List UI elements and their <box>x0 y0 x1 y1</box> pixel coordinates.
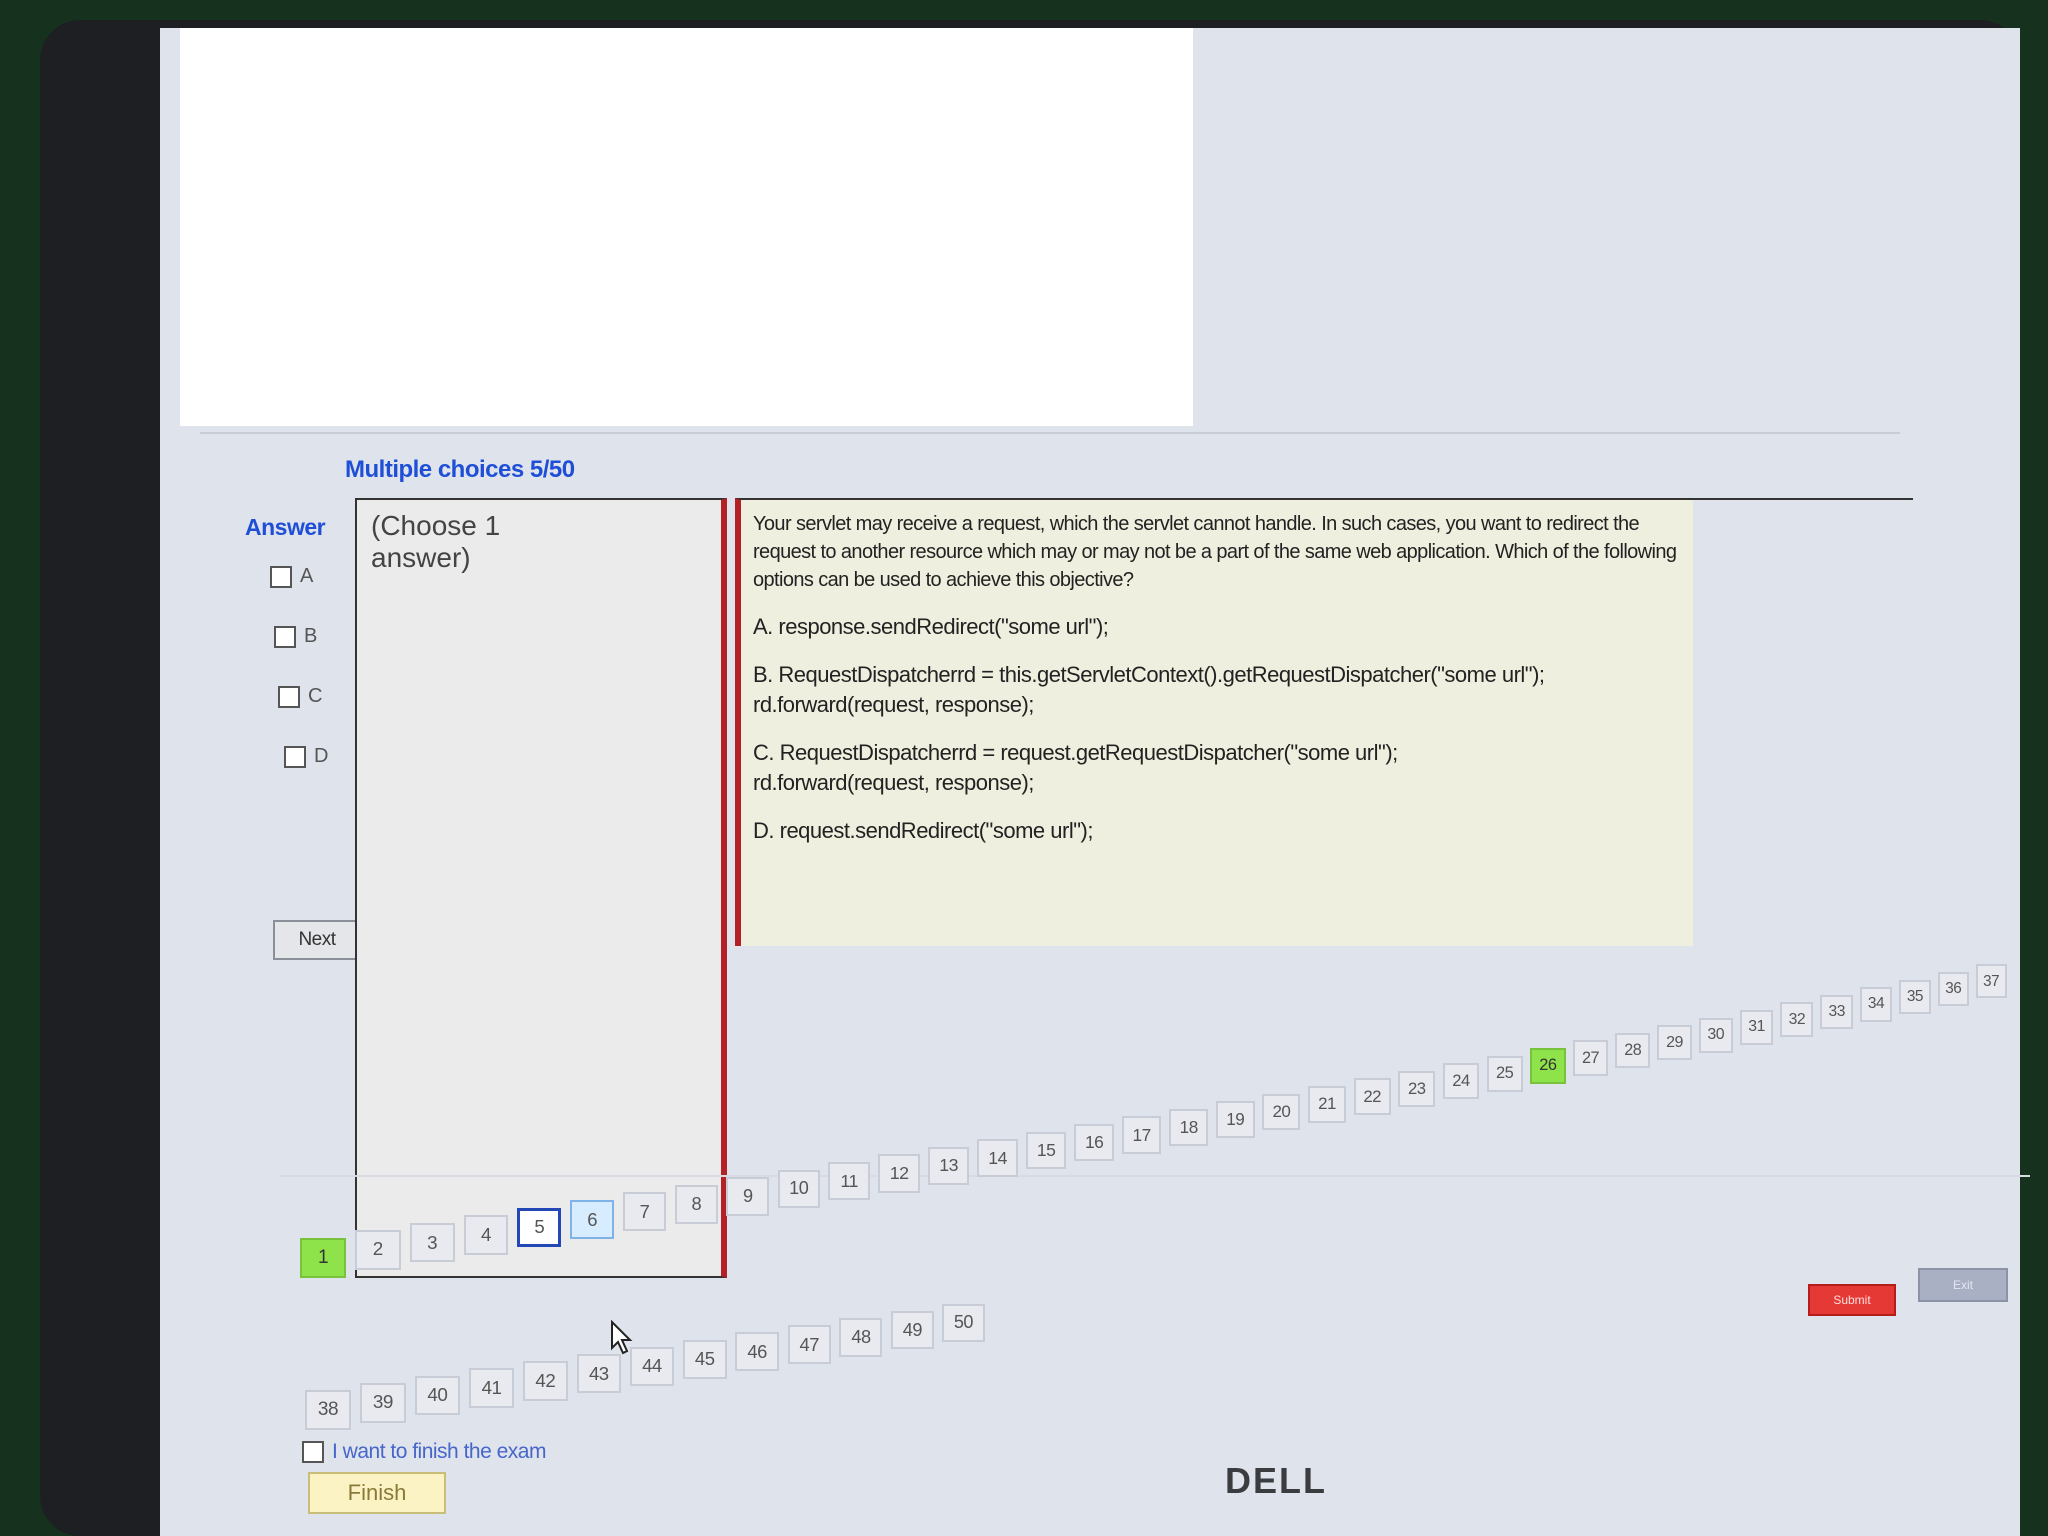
question-option-c-line1: C. RequestDispatcherrd = request.getRequ… <box>753 740 1398 765</box>
question-page-19[interactable]: 19 <box>1216 1101 1255 1139</box>
question-page-32[interactable]: 32 <box>1780 1002 1814 1038</box>
question-option-a-line1: A. response.sendRedirect("some url"); <box>753 614 1109 639</box>
answer-option-c[interactable]: C <box>278 685 322 708</box>
question-option-b: B. RequestDispatcherrd = this.getServlet… <box>753 660 1681 720</box>
answer-b-checkbox[interactable] <box>274 625 296 648</box>
question-page-49[interactable]: 49 <box>891 1310 934 1350</box>
answer-c-label: C <box>308 685 323 707</box>
question-page-5[interactable]: 5 <box>517 1207 562 1247</box>
question-page-50[interactable]: 50 <box>942 1303 985 1343</box>
finish-exam-option[interactable]: I want to finish the exam <box>302 1440 546 1464</box>
question-page-13[interactable]: 13 <box>928 1146 970 1185</box>
question-page-16[interactable]: 16 <box>1074 1124 1114 1162</box>
question-option-a: A. response.sendRedirect("some url"); <box>753 612 1681 642</box>
answer-heading: Answer <box>245 514 326 540</box>
question-page-10[interactable]: 10 <box>777 1169 820 1209</box>
question-page-27[interactable]: 27 <box>1573 1040 1609 1077</box>
answer-a-checkbox[interactable] <box>270 565 292 588</box>
question-page-43[interactable]: 43 <box>576 1354 622 1394</box>
question-page-21[interactable]: 21 <box>1308 1086 1346 1123</box>
question-page-3[interactable]: 3 <box>409 1222 455 1263</box>
question-option-d-line1: D. request.sendRedirect("some url"); <box>753 818 1093 843</box>
question-page-35[interactable]: 35 <box>1899 979 1931 1014</box>
question-page-14[interactable]: 14 <box>977 1139 1018 1178</box>
question-page-45[interactable]: 45 <box>682 1339 727 1379</box>
question-page-28[interactable]: 28 <box>1615 1032 1651 1069</box>
question-panel: Your servlet may receive a request, whic… <box>735 498 1693 946</box>
question-page-29[interactable]: 29 <box>1657 1025 1692 1061</box>
answer-option-a[interactable]: A <box>270 565 313 588</box>
answer-b-label: B <box>304 625 318 647</box>
question-page-23[interactable]: 23 <box>1398 1070 1436 1108</box>
question-page-37[interactable]: 37 <box>1975 964 2007 999</box>
question-page-8[interactable]: 8 <box>674 1184 718 1224</box>
choose-hint-panel: (Choose 1 answer) <box>355 498 727 1278</box>
question-page-42[interactable]: 42 <box>522 1361 568 1401</box>
question-page-31[interactable]: 31 <box>1739 1010 1774 1045</box>
question-page-1[interactable]: 1 <box>300 1238 346 1278</box>
question-option-b-line1: B. RequestDispatcherrd = this.getServlet… <box>753 662 1545 687</box>
answer-d-checkbox[interactable] <box>284 745 306 768</box>
finish-exam-label: I want to finish the exam <box>332 1440 546 1463</box>
next-button[interactable]: Next <box>273 920 361 960</box>
question-page-26[interactable]: 26 <box>1530 1048 1566 1084</box>
header-divider <box>200 432 1900 434</box>
question-stem: Your servlet may receive a request, whic… <box>753 513 1677 591</box>
question-page-12[interactable]: 12 <box>878 1154 920 1193</box>
question-page-15[interactable]: 15 <box>1026 1131 1067 1170</box>
question-page-38[interactable]: 38 <box>305 1390 351 1430</box>
mouse-pointer-icon <box>611 1320 633 1355</box>
question-page-46[interactable]: 46 <box>735 1332 779 1372</box>
finish-button[interactable]: Finish <box>308 1472 446 1514</box>
question-page-6[interactable]: 6 <box>570 1200 615 1240</box>
answer-a-label: A <box>300 565 314 587</box>
question-page-20[interactable]: 20 <box>1262 1093 1301 1131</box>
submit-button[interactable]: Submit <box>1808 1284 1896 1316</box>
question-page-17[interactable]: 17 <box>1122 1116 1162 1154</box>
question-page-24[interactable]: 24 <box>1442 1063 1480 1100</box>
question-page-2[interactable]: 2 <box>355 1230 401 1271</box>
question-page-39[interactable]: 39 <box>360 1382 406 1423</box>
question-page-34[interactable]: 34 <box>1859 987 1893 1022</box>
question-page-30[interactable]: 30 <box>1698 1017 1733 1053</box>
question-page-4[interactable]: 4 <box>463 1215 509 1255</box>
question-divider <box>1693 498 1913 500</box>
choose-hint: (Choose 1 answer) <box>371 510 501 574</box>
question-page-18[interactable]: 18 <box>1169 1108 1209 1146</box>
section-title: Multiple choices 5/50 <box>345 456 575 483</box>
answer-option-b[interactable]: B <box>274 625 317 648</box>
question-page-44[interactable]: 44 <box>629 1346 674 1387</box>
finish-exam-checkbox[interactable] <box>302 1441 324 1463</box>
redacted-header <box>180 28 1193 426</box>
question-page-36[interactable]: 36 <box>1937 972 1969 1007</box>
laptop-brand-logo: DELL <box>1225 1460 1327 1501</box>
question-page-41[interactable]: 41 <box>468 1368 515 1409</box>
question-page-11[interactable]: 11 <box>828 1162 871 1201</box>
question-option-c-line2: rd.forward(request, response); <box>753 770 1034 795</box>
answer-option-d[interactable]: D <box>284 745 328 768</box>
question-option-c: C. RequestDispatcherrd = request.getRequ… <box>753 738 1681 798</box>
exit-button[interactable]: Exit <box>1918 1268 2008 1302</box>
question-page-25[interactable]: 25 <box>1486 1055 1523 1092</box>
question-option-d: D. request.sendRedirect("some url"); <box>753 816 1681 846</box>
question-page-9[interactable]: 9 <box>726 1177 770 1216</box>
question-option-b-line2: rd.forward(request, response); <box>753 692 1034 717</box>
question-page-47[interactable]: 47 <box>787 1325 831 1365</box>
question-page-40[interactable]: 40 <box>414 1375 461 1416</box>
answer-c-checkbox[interactable] <box>278 685 300 708</box>
question-page-48[interactable]: 48 <box>839 1318 883 1357</box>
question-page-33[interactable]: 33 <box>1820 994 1853 1030</box>
question-page-22[interactable]: 22 <box>1353 1078 1391 1115</box>
answer-d-label: D <box>314 745 329 767</box>
question-page-7[interactable]: 7 <box>622 1192 667 1232</box>
